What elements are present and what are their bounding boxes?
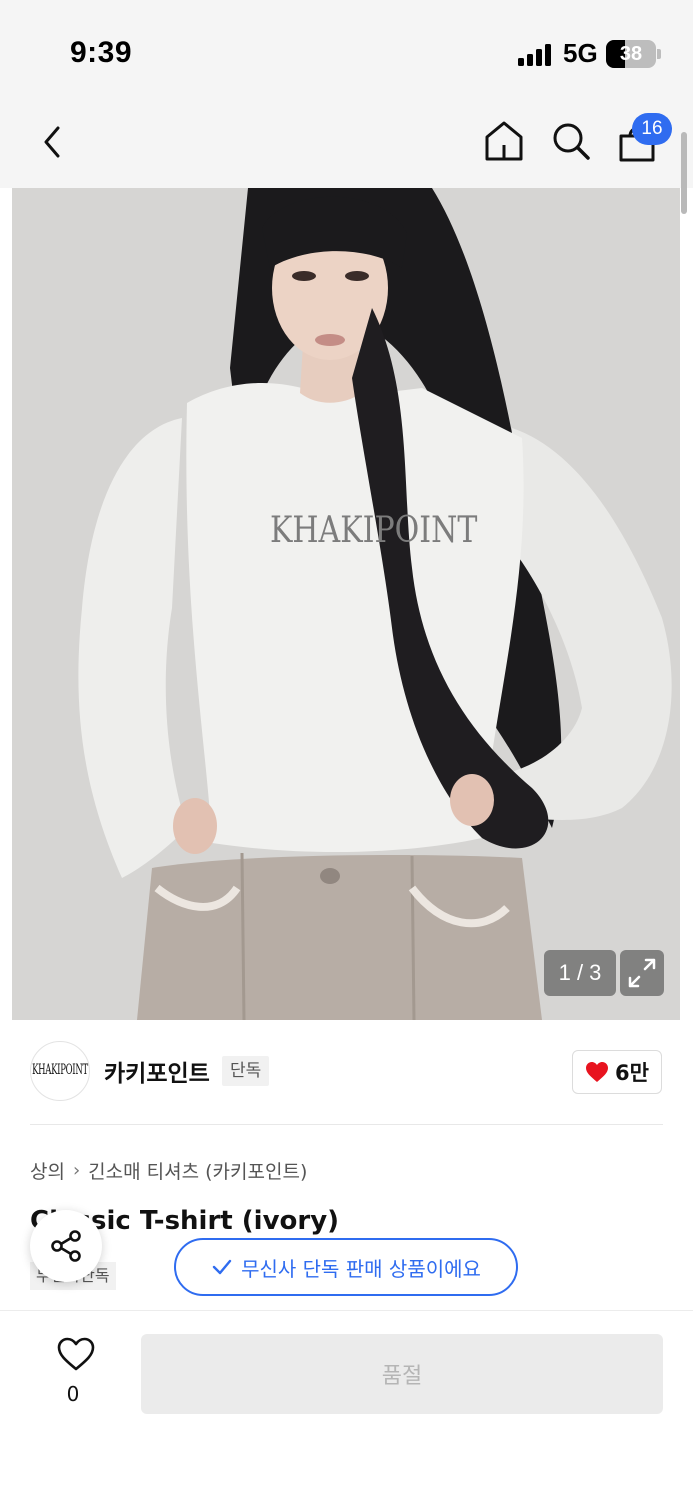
brand-like-count: 6만: [615, 1061, 649, 1085]
status-bar: 9:39 5G 38: [0, 0, 693, 100]
share-icon: [51, 1230, 81, 1262]
home-icon[interactable]: [482, 118, 526, 164]
battery-tip: [657, 49, 661, 59]
status-time: 9:39: [70, 36, 133, 69]
share-button[interactable]: [30, 1210, 102, 1282]
model-photo: KHAKIPOINT: [12, 188, 680, 1020]
divider: [30, 1124, 663, 1125]
signal-icon: [518, 44, 554, 66]
cart-count-badge: 16: [632, 113, 672, 145]
chevron-right-icon: ›: [72, 1160, 81, 1181]
breadcrumb: 상의 › 긴소매 티셔츠 (카키포인트): [30, 1157, 307, 1184]
breadcrumb-subcategory[interactable]: 긴소매 티셔츠 (카키포인트): [88, 1157, 307, 1184]
brand-like-button[interactable]: 6만: [572, 1050, 662, 1094]
exclusive-toast[interactable]: 무신사 단독 판매 상품이에요: [174, 1238, 518, 1296]
shirt-print-text: KHAKIPOINT: [270, 508, 477, 550]
top-nav-bar: [0, 100, 693, 188]
chevron-left-icon[interactable]: [36, 120, 72, 164]
expand-icon[interactable]: [620, 950, 664, 996]
check-icon: [212, 1259, 232, 1275]
breadcrumb-category[interactable]: 상의: [30, 1157, 65, 1184]
search-icon[interactable]: [549, 118, 593, 164]
battery-percent: 38: [619, 43, 643, 65]
heart-filled-icon: [586, 1062, 609, 1082]
network-label: 5G: [563, 38, 598, 68]
brand-name[interactable]: 카키포인트: [104, 1054, 210, 1088]
exclusive-badge: 단독: [222, 1056, 270, 1086]
product-image[interactable]: KHAKIPOINT: [12, 188, 680, 1020]
wishlist-button[interactable]: 0: [48, 1336, 98, 1410]
wishlist-count: 0: [66, 1382, 80, 1406]
heart-outline-icon: [57, 1337, 94, 1371]
scrollbar[interactable]: [681, 132, 687, 214]
image-counter: 1 / 3: [544, 950, 616, 996]
soldout-button[interactable]: 품절: [141, 1334, 663, 1414]
toast-text: 무신사 단독 판매 상품이에요: [241, 1256, 481, 1281]
brand-logo[interactable]: KHAKIPOINT: [30, 1041, 90, 1101]
battery-icon: 38: [606, 40, 656, 68]
brand-logo-text: KHAKIPOINT: [32, 1063, 88, 1079]
divider: [0, 1310, 693, 1311]
